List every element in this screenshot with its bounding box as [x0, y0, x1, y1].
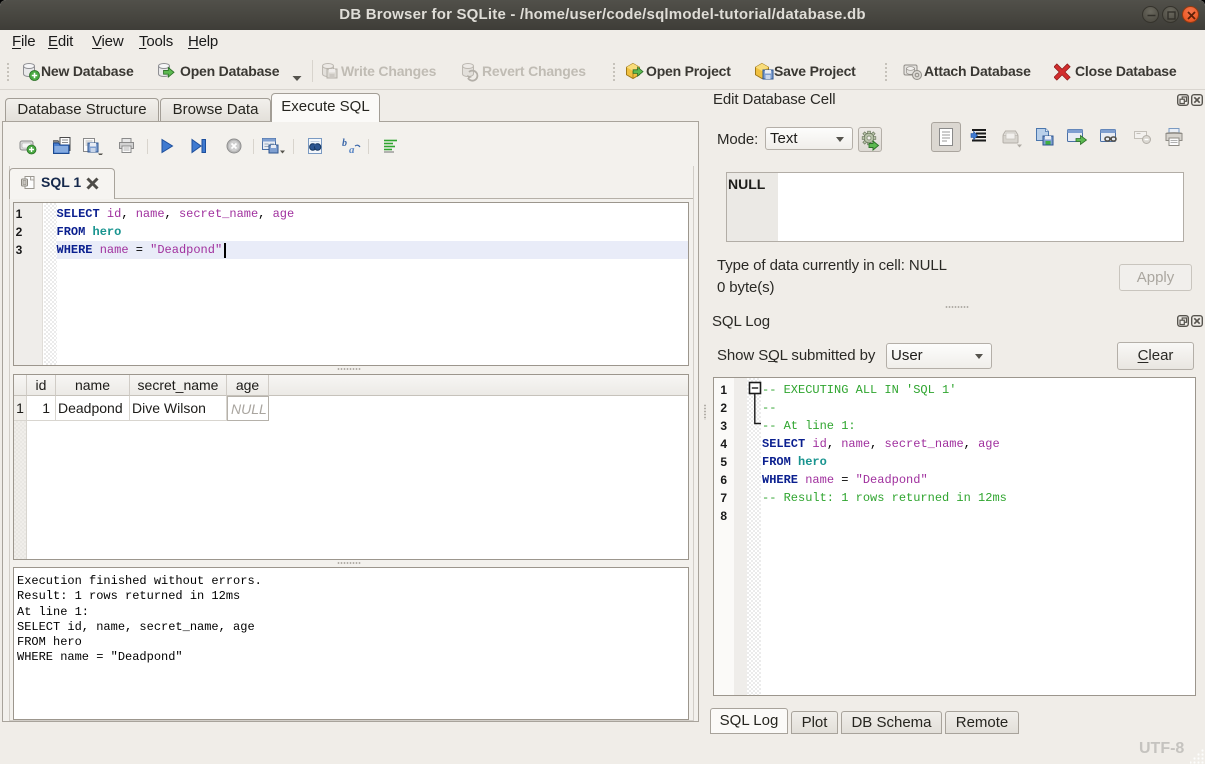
svg-text:b: b	[342, 138, 347, 149]
svg-text:a: a	[349, 144, 355, 156]
